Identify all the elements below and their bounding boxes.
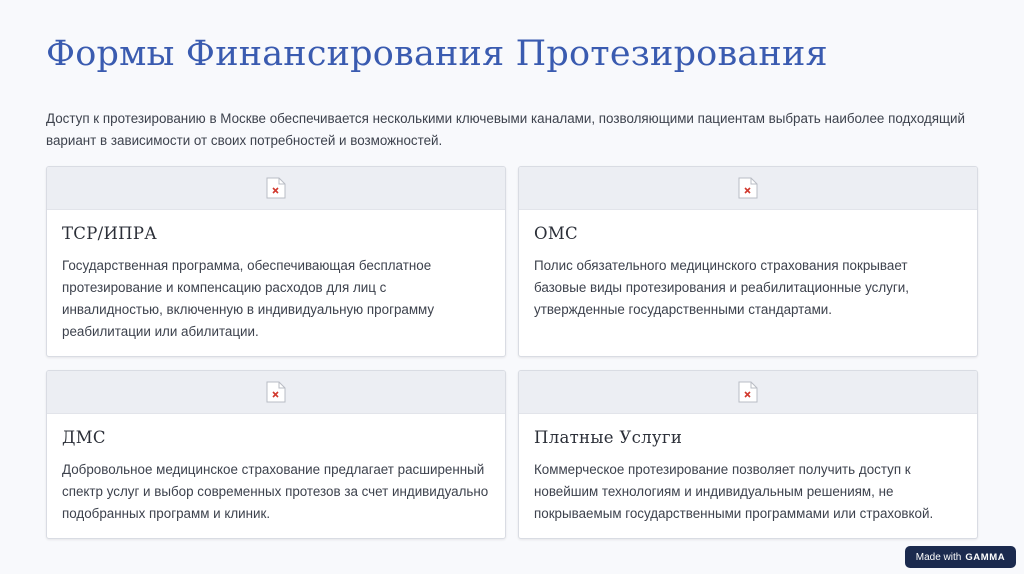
broken-image-icon bbox=[738, 381, 758, 403]
broken-image-icon bbox=[266, 177, 286, 199]
card-oms: ОМС Полис обязательного медицинского стр… bbox=[518, 166, 978, 357]
broken-image-icon bbox=[738, 177, 758, 199]
card-image-placeholder bbox=[47, 371, 505, 414]
card-description: Государственная программа, обеспечивающа… bbox=[62, 258, 435, 339]
card-paid-services: Платные Услуги Коммерческое протезирован… bbox=[518, 370, 978, 539]
card-image-placeholder bbox=[519, 167, 977, 210]
made-with-gamma-badge[interactable]: Made with GAMMA bbox=[905, 546, 1016, 568]
broken-image-icon bbox=[266, 381, 286, 403]
card-title: ДМС bbox=[62, 428, 106, 447]
card-title: ОМС bbox=[534, 224, 578, 243]
card-description: Коммерческое протезирование позволяет по… bbox=[534, 462, 934, 521]
card-description: Добровольное медицинское страхование пре… bbox=[62, 462, 489, 521]
card-description: Полис обязательного медицинского страхов… bbox=[534, 258, 909, 317]
card-image-placeholder bbox=[519, 371, 977, 414]
card-tsr-ipra: ТСР/ИПРА Государственная программа, обес… bbox=[46, 166, 506, 357]
intro-text: Доступ к протезированию в Москве обеспеч… bbox=[46, 111, 966, 148]
card-image-placeholder bbox=[47, 167, 505, 210]
card-dms: ДМС Добровольное медицинское страхование… bbox=[46, 370, 506, 539]
badge-prefix: Made with bbox=[915, 551, 962, 563]
card-title: Платные Услуги bbox=[534, 428, 683, 447]
card-title: ТСР/ИПРА bbox=[62, 224, 158, 243]
page-title: Формы Финансирования Протезирования bbox=[46, 34, 828, 74]
gamma-logo-text: GAMMA bbox=[965, 551, 1006, 563]
